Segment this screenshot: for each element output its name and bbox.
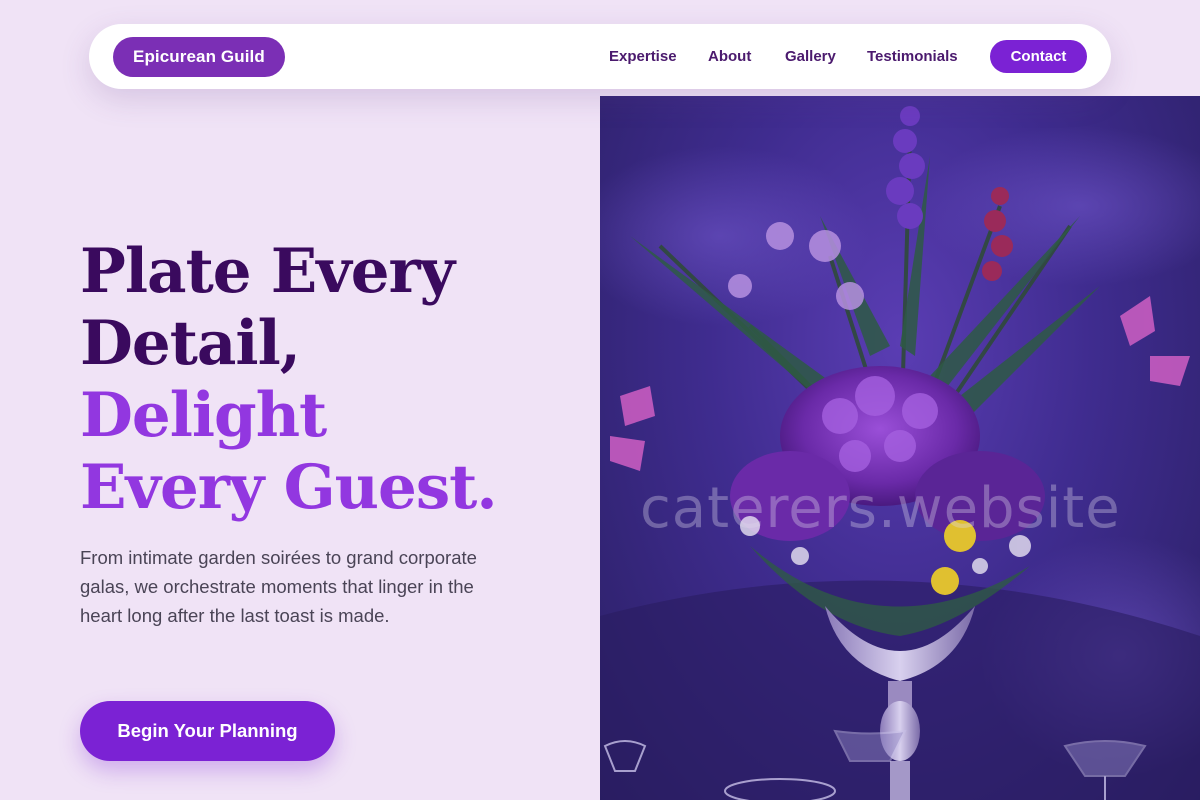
begin-planning-button[interactable]: Begin Your Planning [80,701,335,761]
hero-title: Plate Every Detail, Delight Every Guest. [80,236,580,524]
hero-description: From intimate garden soirées to grand co… [80,547,477,626]
floral-centerpiece-illustration [600,106,1200,800]
nav-link-about[interactable]: About [708,47,751,67]
hero-title-line-2: Detail, [80,308,301,379]
hero-title-line-3: Delight [80,380,327,451]
hero-title-line-1: Plate Every [80,236,455,307]
navbar: Epicurean Guild Expertise About Gallery … [89,24,1111,89]
hero-image-floral-centerpiece: caterers.website [600,96,1200,800]
nav-link-testimonials[interactable]: Testimonials [867,47,958,67]
brand-logo[interactable]: Epicurean Guild [113,37,285,77]
nav-link-expertise[interactable]: Expertise [609,47,677,67]
hero-title-line-4: Every Guest. [80,452,498,523]
watermark-text: caterers.website [640,476,1121,541]
nav-link-gallery[interactable]: Gallery [785,47,836,67]
contact-button[interactable]: Contact [990,40,1087,73]
